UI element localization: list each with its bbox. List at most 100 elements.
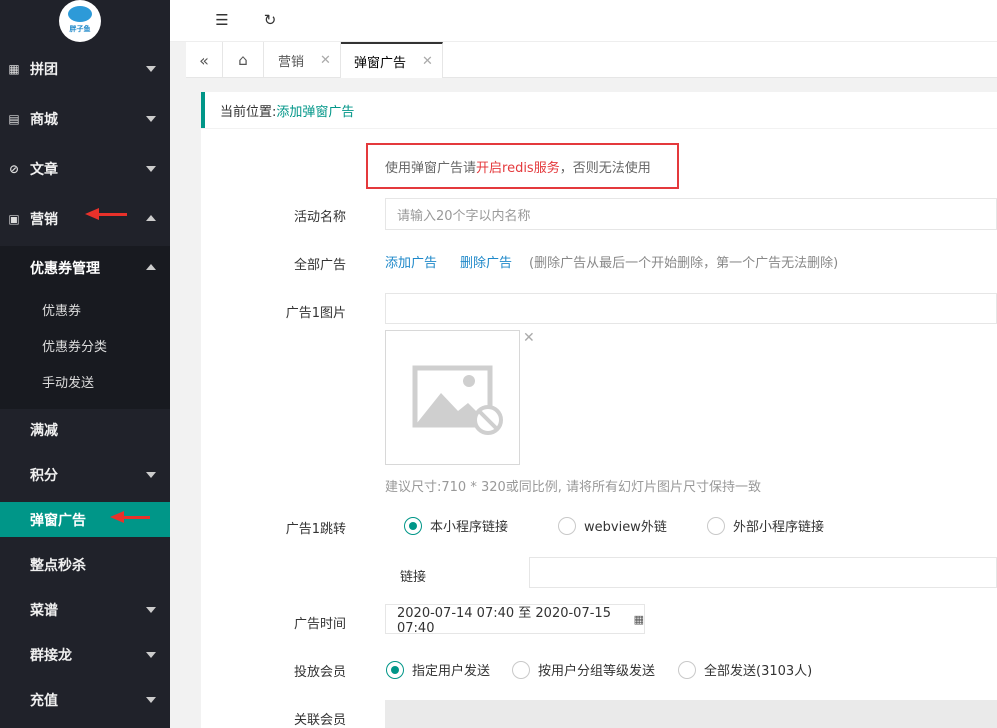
tab-popup-ads[interactable]: 弹窗广告 ✕	[341, 42, 443, 78]
sidebar-item-label: 充值	[30, 693, 58, 709]
related-members-label: 关联会员	[293, 713, 346, 728]
sidebar-item-coupon[interactable]: 优惠券	[0, 291, 170, 327]
sidebar-item-label: 优惠券管理	[30, 261, 100, 277]
jump-option-mini-program[interactable]: 本小程序链接	[404, 516, 508, 535]
chevron-down-icon	[146, 66, 156, 72]
sidebar-item-label: 满减	[30, 423, 58, 439]
chevron-down-icon	[146, 166, 156, 172]
sidebar-item-points[interactable]: 积分	[0, 453, 170, 497]
sidebar-item-manual-send[interactable]: 手动发送	[0, 363, 170, 399]
chevron-up-icon	[146, 264, 156, 270]
audience-option-by-group[interactable]: 按用户分组等级发送	[512, 660, 655, 679]
image-placeholder-icon	[412, 365, 503, 435]
chevron-down-icon	[146, 697, 156, 703]
radio-icon	[386, 660, 404, 679]
sidebar-item-group-buy[interactable]: ▦ 拼团	[0, 47, 170, 91]
notice-highlight: 开启redis服务	[476, 160, 560, 176]
logo[interactable]: 胖子鱼	[59, 0, 101, 42]
collapse-menu-icon[interactable]: ☰	[212, 10, 232, 30]
sidebar-item-recharge[interactable]: 充值	[0, 678, 170, 722]
audience-option-all[interactable]: 全部发送(3103人)	[678, 660, 812, 679]
annotation-arrow	[85, 208, 127, 220]
related-members-field[interactable]	[385, 700, 997, 728]
remove-image-icon[interactable]: ✕	[523, 330, 535, 346]
radio-label: 外部小程序链接	[733, 520, 825, 535]
close-icon[interactable]: ✕	[422, 54, 433, 69]
image-upload-preview[interactable]	[385, 330, 520, 465]
jump-option-webview[interactable]: webview外链	[558, 516, 667, 535]
sidebar-item-flash-sale[interactable]: 整点秒杀	[0, 543, 170, 587]
radio-label: 指定用户发送	[412, 664, 491, 679]
link-label: 链接	[399, 570, 426, 585]
radio-label: webview外链	[584, 520, 667, 535]
fish-icon	[68, 6, 92, 22]
breadcrumb-prefix: 当前位置:	[220, 104, 277, 120]
logo-text: 胖子鱼	[69, 25, 91, 33]
sidebar-item-label: 积分	[30, 468, 58, 484]
ad1-image-label: 广告1图片	[285, 306, 346, 321]
compass-icon: ⊘	[8, 162, 20, 176]
sidebar-item-label: 营销	[30, 212, 58, 228]
breadcrumb: 当前位置: 添加弹窗广告	[201, 92, 997, 128]
sidebar-item-coupon-management[interactable]: 优惠券管理	[0, 246, 170, 290]
add-ad-link[interactable]: 添加广告	[385, 252, 437, 271]
sidebar-item-full-reduction[interactable]: 满减	[0, 408, 170, 452]
grid-icon: ▦	[8, 62, 20, 76]
annotation-arrow	[110, 511, 150, 523]
activity-name-label: 活动名称	[293, 210, 346, 225]
radio-label: 本小程序链接	[430, 520, 509, 535]
sidebar-item-recipes[interactable]: 菜谱	[0, 588, 170, 632]
store-icon: ▤	[8, 112, 20, 126]
tab-marketing[interactable]: 营销 ✕	[264, 42, 341, 78]
audience-option-specific-users[interactable]: 指定用户发送	[386, 660, 490, 679]
delete-ad-link[interactable]: 删除广告	[460, 252, 512, 271]
radio-label: 全部发送(3103人)	[704, 664, 813, 679]
ad-time-label: 广告时间	[293, 617, 346, 632]
sidebar-item-label: 菜谱	[30, 603, 58, 619]
ad1-jump-label: 广告1跳转	[285, 522, 346, 537]
logo-area: 胖子鱼	[0, 0, 170, 44]
notice-text: ，否则无法使用	[559, 160, 651, 176]
radio-icon	[558, 516, 576, 535]
sidebar-item-mall[interactable]: ▤ 商城	[0, 97, 170, 141]
sidebar-item-group-relay[interactable]: 群接龙	[0, 633, 170, 677]
chevron-down-icon	[146, 472, 156, 478]
sidebar-item-articles[interactable]: ⊘ 文章	[0, 147, 170, 191]
jump-option-external-mini-program[interactable]: 外部小程序链接	[707, 516, 824, 535]
sidebar: 胖子鱼 ▦ 拼团 ▤ 商城 ⊘ 文章 ▣ 营销 优惠券管理 优惠券 优惠券分类 …	[0, 0, 170, 728]
link-input[interactable]	[529, 557, 997, 588]
radio-icon	[404, 516, 422, 535]
radio-icon	[707, 516, 725, 535]
sidebar-item-label: 商城	[30, 112, 58, 128]
sidebar-item-label: 拼团	[30, 62, 58, 78]
sidebar-item-label: 弹窗广告	[30, 512, 86, 529]
tab-bar: « ⌂ 营销 ✕ 弹窗广告 ✕	[186, 42, 997, 78]
ad1-image-input[interactable]	[385, 293, 997, 324]
chevron-down-icon	[146, 652, 156, 658]
delete-hint: (删除广告从最后一个开始删除，第一个广告无法删除)	[529, 256, 839, 271]
tab-label: 营销	[278, 54, 305, 70]
top-header: ☰ ↻	[170, 0, 997, 42]
close-icon[interactable]: ✕	[320, 53, 331, 68]
image-size-hint: 建议尺寸:710 * 320或同比例, 请将所有幻灯片图片尺寸保持一致	[385, 480, 762, 495]
audience-label: 投放会员	[293, 665, 346, 680]
tab-label: 弹窗广告	[354, 55, 407, 71]
breadcrumb-current[interactable]: 添加弹窗广告	[276, 101, 354, 120]
all-ads-label: 全部广告	[293, 258, 346, 273]
calendar-icon: ▦	[633, 612, 644, 626]
tabs-scroll-left-icon[interactable]: «	[186, 42, 223, 78]
sidebar-item-label: 整点秒杀	[30, 558, 86, 574]
refresh-icon[interactable]: ↻	[260, 10, 280, 30]
ad-time-range-input[interactable]: 2020-07-14 07:40 至 2020-07-15 07:40 ▦	[385, 604, 645, 636]
sidebar-item-coupon-category[interactable]: 优惠券分类	[0, 327, 170, 363]
chevron-up-icon	[146, 215, 156, 221]
activity-name-input[interactable]: 请输入20个字以内名称	[385, 198, 997, 230]
sidebar-item-label: 群接龙	[30, 648, 72, 664]
radio-icon	[678, 660, 696, 679]
gift-icon: ▣	[8, 212, 20, 226]
home-icon[interactable]: ⌂	[223, 42, 264, 78]
redis-notice: 使用弹窗广告请 开启redis服务 ，否则无法使用	[366, 143, 679, 189]
sidebar-item-popup-ads[interactable]: 弹窗广告	[0, 502, 170, 537]
chevron-down-icon	[146, 116, 156, 122]
notice-text: 使用弹窗广告请	[385, 160, 477, 176]
